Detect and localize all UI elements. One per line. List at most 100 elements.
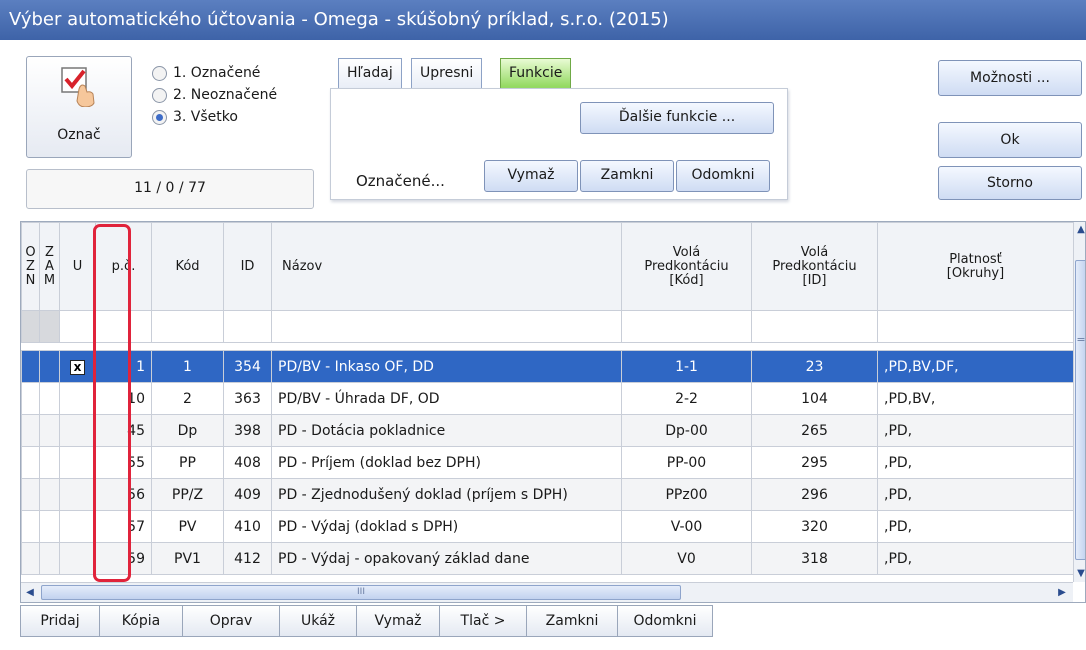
table-row[interactable]: 59 PV1 412 PD - Výdaj - opakovaný základ… (21, 542, 1074, 575)
cell-id[interactable]: 409 (223, 478, 272, 511)
cell-u[interactable] (59, 382, 96, 415)
col-header-platnost[interactable]: Platnosť [Okruhy] (877, 222, 1074, 311)
cell-vola-id[interactable]: 265 (751, 414, 878, 447)
cell-vola-id[interactable]: 320 (751, 510, 878, 543)
cell-ozn[interactable] (21, 350, 40, 383)
cell-ozn[interactable] (21, 542, 40, 575)
cell-vola-kod[interactable]: V0 (621, 542, 752, 575)
unlock-marked-button[interactable]: Odomkni (676, 160, 770, 192)
scroll-right-icon[interactable]: ▶ (1055, 585, 1069, 601)
radio-marked-circle[interactable] (152, 65, 167, 81)
cell-zam[interactable] (39, 510, 60, 543)
cell-vola-kod[interactable]: PP-00 (621, 446, 752, 479)
cell-vola-kod[interactable]: Dp-00 (621, 414, 752, 447)
cell-u[interactable] (59, 542, 96, 575)
cell-zam[interactable] (39, 446, 60, 479)
col-header-vola-id[interactable]: Volá Predkontáciu [ID] (751, 222, 878, 311)
scroll-up-icon[interactable]: ▲ (1074, 222, 1085, 238)
vertical-scrollbar[interactable]: ▲ = ▼ (1073, 222, 1085, 582)
cell-zam[interactable] (39, 478, 60, 511)
radio-unmarked-circle[interactable] (152, 87, 167, 103)
cell-platnost[interactable]: ,PD,BV,DF, (877, 350, 1074, 383)
cell-id[interactable]: 412 (223, 542, 272, 575)
cell-kod[interactable]: 1 (151, 350, 224, 383)
col-header-u[interactable]: U (59, 222, 96, 311)
cell-kod[interactable]: 2 (151, 382, 224, 415)
show-button[interactable]: Ukáž (279, 605, 357, 637)
lock-button[interactable]: Zamkni (526, 605, 618, 637)
cell-zam[interactable] (39, 542, 60, 575)
delete-button[interactable]: Vymaž (356, 605, 440, 637)
cell-vola-kod[interactable]: PPz00 (621, 478, 752, 511)
scroll-left-icon[interactable]: ◀ (23, 585, 37, 601)
cell-ozn[interactable] (21, 446, 40, 479)
cell-id[interactable]: 363 (223, 382, 272, 415)
cell-vola-id[interactable]: 295 (751, 446, 878, 479)
vertical-scroll-thumb[interactable]: = (1075, 260, 1085, 560)
options-button[interactable]: Možnosti ... (938, 60, 1082, 96)
table-row[interactable]: 45 Dp 398 PD - Dotácia pokladnice Dp-00 … (21, 414, 1074, 447)
cell-vola-id[interactable]: 318 (751, 542, 878, 575)
cell-vola-kod[interactable]: 1-1 (621, 350, 752, 383)
filter-cell[interactable] (21, 310, 40, 343)
table-row[interactable]: 56 PP/Z 409 PD - Zjednodušený doklad (pr… (21, 478, 1074, 511)
scroll-down-icon[interactable]: ▼ (1074, 566, 1085, 582)
filter-cell[interactable] (151, 310, 224, 343)
cell-nazov[interactable]: PD/BV - Inkaso OF, DD (271, 350, 622, 383)
table-row[interactable]: 10 2 363 PD/BV - Úhrada DF, OD 2-2 104 ,… (21, 382, 1074, 415)
edit-button[interactable]: Oprav (182, 605, 280, 637)
filter-cell[interactable] (877, 310, 1074, 343)
cell-platnost[interactable]: ,PD, (877, 446, 1074, 479)
more-functions-button[interactable]: Ďalšie funkcie ... (580, 102, 774, 134)
radio-unmarked[interactable]: 2. Neoznačené (152, 87, 277, 103)
cell-nazov[interactable]: PD - Výdaj (doklad s DPH) (271, 510, 622, 543)
cell-zam[interactable] (39, 350, 60, 383)
cell-id[interactable]: 408 (223, 446, 272, 479)
filter-cell[interactable] (39, 310, 60, 343)
cell-kod[interactable]: PV (151, 510, 224, 543)
cell-ozn[interactable] (21, 478, 40, 511)
cell-kod[interactable]: PP/Z (151, 478, 224, 511)
cell-ozn[interactable] (21, 414, 40, 447)
radio-all[interactable]: 3. Všetko (152, 109, 238, 125)
cell-id[interactable]: 398 (223, 414, 272, 447)
cell-vola-kod[interactable]: 2-2 (621, 382, 752, 415)
tab-search[interactable]: Hľadaj (338, 58, 402, 88)
add-button[interactable]: Pridaj (20, 605, 100, 637)
col-header-nazov[interactable]: Názov (271, 222, 622, 311)
cell-platnost[interactable]: ,PD,BV, (877, 382, 1074, 415)
table-row[interactable]: 55 PP 408 PD - Príjem (doklad bez DPH) P… (21, 446, 1074, 479)
tab-refine[interactable]: Upresni (411, 58, 483, 88)
cell-vola-id[interactable]: 296 (751, 478, 878, 511)
mark-button[interactable]: Označ (26, 56, 132, 158)
cell-vola-id[interactable]: 104 (751, 382, 878, 415)
filter-cell[interactable] (271, 310, 622, 343)
tab-functions[interactable]: Funkcie (500, 58, 572, 88)
cell-ozn[interactable] (21, 382, 40, 415)
horizontal-scrollbar[interactable]: ◀ III ▶ (21, 582, 1073, 602)
copy-button[interactable]: Kópia (99, 605, 183, 637)
delete-marked-button[interactable]: Vymaž (484, 160, 578, 192)
cancel-button[interactable]: Storno (938, 166, 1082, 200)
unlock-button[interactable]: Odomkni (617, 605, 713, 637)
cell-u[interactable] (59, 478, 96, 511)
col-header-id[interactable]: ID (223, 222, 272, 311)
cell-id[interactable]: 410 (223, 510, 272, 543)
cell-ozn[interactable] (21, 510, 40, 543)
cell-kod[interactable]: Dp (151, 414, 224, 447)
radio-all-circle[interactable] (152, 109, 167, 125)
print-button[interactable]: Tlač > (439, 605, 527, 637)
filter-cell[interactable] (751, 310, 878, 343)
checkbox[interactable]: x (70, 359, 85, 375)
cell-vola-kod[interactable]: V-00 (621, 510, 752, 543)
cell-nazov[interactable]: PD/BV - Úhrada DF, OD (271, 382, 622, 415)
cell-platnost[interactable]: ,PD, (877, 414, 1074, 447)
table-row[interactable]: 57 PV 410 PD - Výdaj (doklad s DPH) V-00… (21, 510, 1074, 543)
col-header-ozn[interactable]: O Z N (21, 222, 40, 311)
cell-platnost[interactable]: ,PD, (877, 510, 1074, 543)
cell-platnost[interactable]: ,PD, (877, 542, 1074, 575)
cell-zam[interactable] (39, 382, 60, 415)
filter-cell[interactable] (621, 310, 752, 343)
col-header-zam[interactable]: Z A M (39, 222, 60, 311)
table-row[interactable]: x 1 1 354 PD/BV - Inkaso OF, DD 1-1 23 ,… (21, 350, 1074, 383)
